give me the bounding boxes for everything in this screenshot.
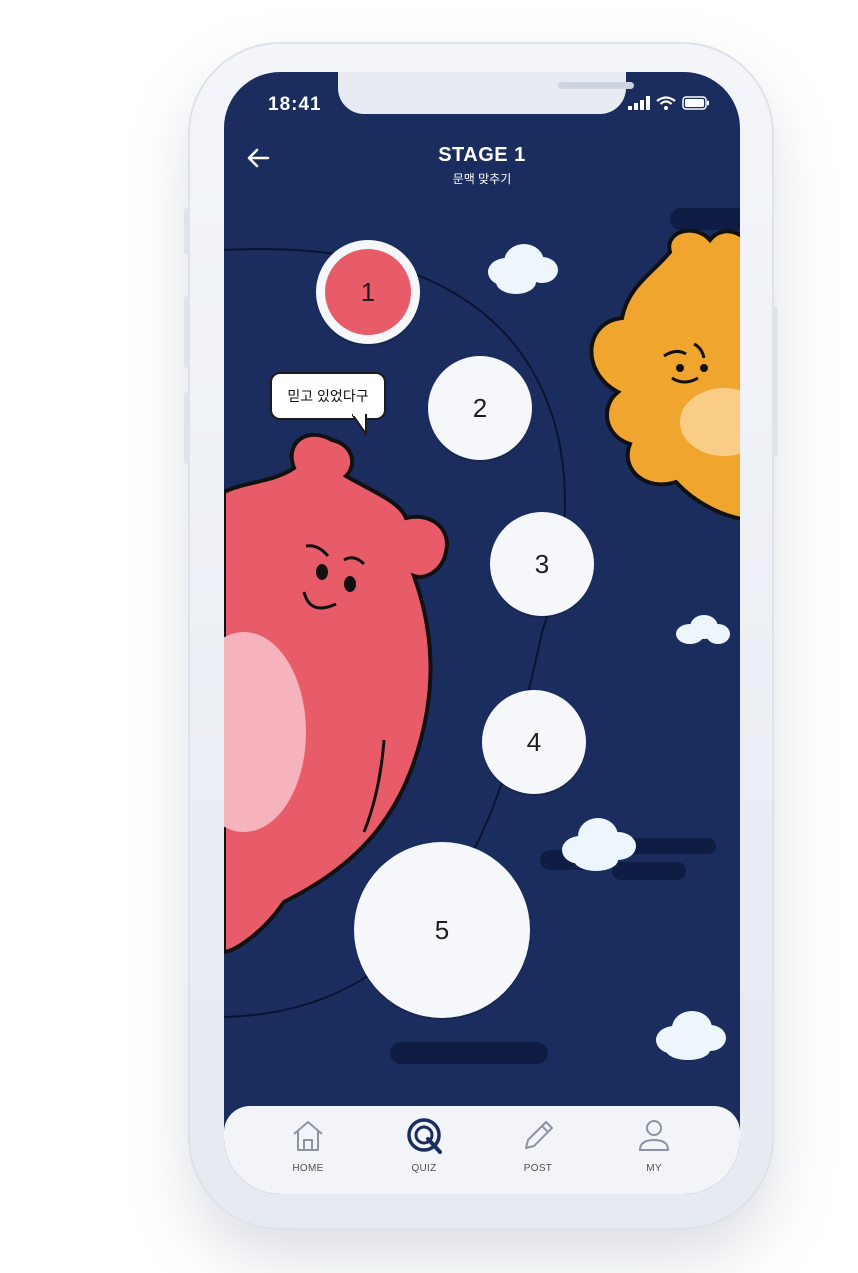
tab-label: MY (646, 1163, 662, 1174)
stage-node-5[interactable]: 5 (354, 842, 530, 1018)
wifi-icon (656, 96, 676, 110)
speech-bubble-text: 믿고 있었다구 (287, 388, 369, 404)
speech-bubble: 믿고 있었다구 (270, 372, 386, 420)
page-title: STAGE 1 (438, 144, 526, 166)
stage-node-2[interactable]: 2 (428, 356, 532, 460)
mute-switch (184, 208, 190, 254)
cloud-icon (676, 615, 730, 644)
shadow-bar (390, 1042, 548, 1064)
pencil-icon (525, 1121, 553, 1149)
stage-node-4[interactable]: 4 (482, 690, 586, 794)
bottom-tab-bar: HOME QUIZ POST MY (224, 1106, 740, 1194)
cloud-icon (488, 244, 558, 294)
stage-number: 1 (360, 276, 376, 307)
stage-node-1[interactable]: 1 (316, 240, 420, 344)
page-subtitle: 문맥 맞추기 (452, 172, 512, 186)
stage-number: 2 (472, 392, 488, 423)
tab-post[interactable]: POST (498, 1116, 578, 1174)
header: STAGE 1 문맥 맞추기 (224, 144, 740, 187)
device-notch (338, 72, 634, 114)
battery-icon (682, 96, 709, 110)
stage-number: 4 (526, 726, 542, 757)
stage-node-3[interactable]: 3 (490, 512, 594, 616)
home-icon (293, 1121, 323, 1151)
tab-my[interactable]: MY (614, 1116, 694, 1174)
stage-map-illustration (224, 208, 740, 1064)
tab-home[interactable]: HOME (268, 1116, 348, 1174)
tab-label: HOME (292, 1163, 324, 1174)
person-icon (639, 1120, 669, 1151)
tab-label: QUIZ (411, 1163, 437, 1174)
power-button (772, 306, 778, 456)
quiz-icon (407, 1118, 442, 1154)
shadow-bar (670, 208, 740, 230)
volume-up-button (184, 296, 190, 368)
shadow-bar (612, 862, 686, 880)
tab-quiz[interactable]: QUIZ (384, 1116, 464, 1174)
speech-bubble-tail (352, 414, 367, 436)
speaker-grille (558, 82, 634, 89)
stage-number: 3 (534, 548, 550, 579)
status-time: 18:41 (268, 94, 322, 115)
tab-label: POST (523, 1163, 553, 1174)
signal-icon (628, 96, 650, 110)
orange-bear-character (589, 228, 740, 521)
status-icons (628, 96, 710, 110)
volume-down-button (184, 392, 190, 464)
cloud-icon (656, 1011, 726, 1060)
stage-number: 5 (434, 914, 450, 945)
app-screen: 18:41 STAGE 1 문맥 맞추기 믿고 있었다구 1 2 3 4 5 H… (224, 72, 740, 1194)
